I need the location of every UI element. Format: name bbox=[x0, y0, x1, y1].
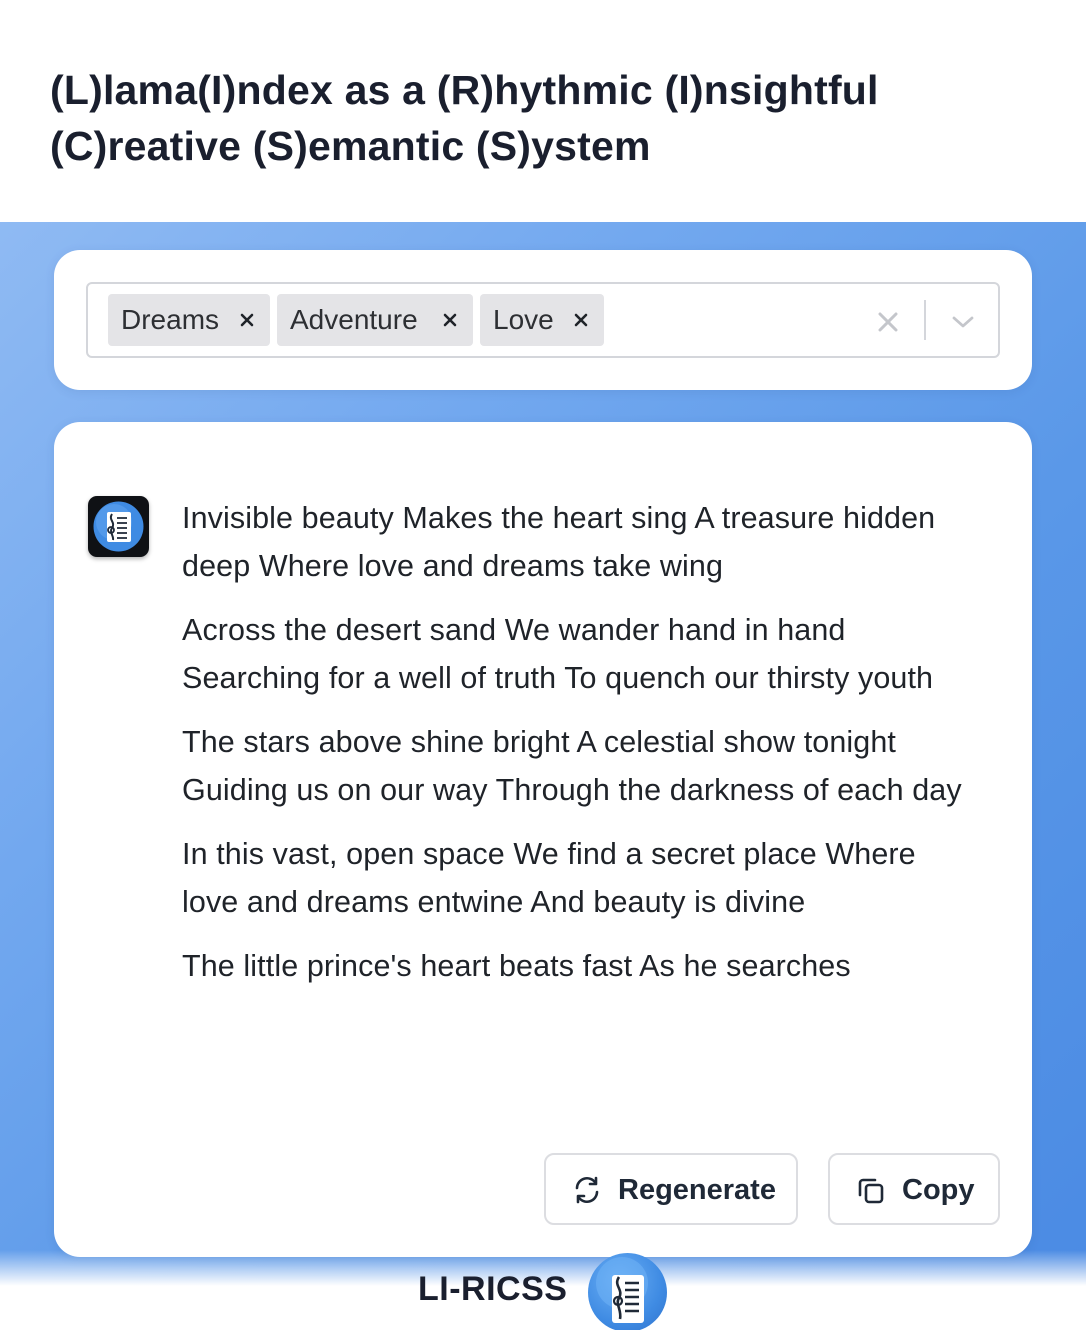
page-header: (L)lama(I)ndex as a (R)hythmic (I)nsight… bbox=[0, 0, 1086, 222]
copy-button[interactable]: Copy bbox=[828, 1153, 1000, 1225]
chip-adventure: Adventure bbox=[277, 294, 473, 346]
close-icon[interactable] bbox=[234, 306, 260, 334]
page-title: (L)lama(I)ndex as a (R)hythmic (I)nsight… bbox=[50, 67, 879, 169]
lyrics-stanza: Invisible beauty Makes the heart sing A … bbox=[182, 501, 936, 583]
clear-all-icon[interactable] bbox=[872, 304, 904, 340]
lyrics-stanza: In this vast, open space We find a secre… bbox=[182, 837, 916, 919]
close-icon[interactable] bbox=[568, 306, 594, 334]
lyrics-card: Invisible beauty Makes the heart sing A … bbox=[54, 422, 1032, 1257]
copy-label: Copy bbox=[902, 1174, 975, 1206]
brand-logo bbox=[588, 1253, 667, 1330]
lyrics-stanza: The little prince's heart beats fast As … bbox=[182, 949, 851, 983]
chevron-down-icon[interactable] bbox=[946, 304, 980, 340]
chip-love: Love bbox=[480, 294, 604, 346]
regenerate-button[interactable]: Regenerate bbox=[544, 1153, 798, 1225]
refresh-icon bbox=[570, 1173, 604, 1207]
lyrics-text: Invisible beauty Makes the heart sing A … bbox=[182, 494, 972, 1119]
music-sheet-icon bbox=[93, 501, 144, 552]
lyrics-stanza: The stars above shine bright A celestial… bbox=[182, 725, 962, 807]
lyrics-stanza: Across the desert sand We wander hand in… bbox=[182, 613, 934, 695]
chip-label: Adventure bbox=[290, 304, 418, 335]
close-icon[interactable] bbox=[437, 306, 463, 334]
divider bbox=[924, 300, 926, 340]
chip-label: Dreams bbox=[121, 304, 220, 335]
brand-name: LI-RICSS bbox=[418, 1270, 568, 1308]
tag-multiselect[interactable]: Dreams Adventure Love bbox=[86, 282, 1000, 358]
music-sheet-icon bbox=[596, 1257, 648, 1323]
tag-select-card: Dreams Adventure Love bbox=[54, 250, 1032, 390]
chip-label: Love bbox=[493, 304, 554, 335]
regenerate-label: Regenerate bbox=[618, 1174, 776, 1206]
footer: LI-RICSS bbox=[0, 1250, 1086, 1330]
copy-icon bbox=[854, 1173, 888, 1207]
assistant-avatar bbox=[88, 496, 149, 557]
chip-dreams: Dreams bbox=[108, 294, 270, 346]
